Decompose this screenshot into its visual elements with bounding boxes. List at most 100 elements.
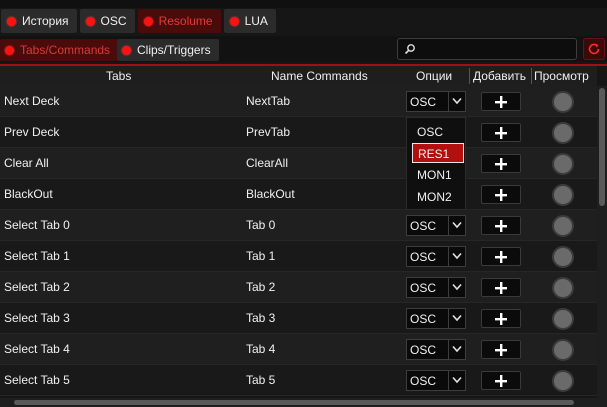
tab-osc[interactable]: OSC <box>79 9 135 33</box>
table-row[interactable]: Select Tab 0 Tab 0 OSC <box>0 210 597 241</box>
preview-circle-icon[interactable] <box>552 122 574 144</box>
preview-circle-icon[interactable] <box>552 246 574 268</box>
options-select-value: OSC <box>410 95 437 109</box>
chevron-down-icon <box>452 314 462 322</box>
horizontal-scroll-thumb[interactable] <box>14 400 574 405</box>
options-select-arrow[interactable] <box>448 309 465 328</box>
table-row[interactable]: Select Tab 3 Tab 3 OSC <box>0 303 597 334</box>
table-row[interactable]: Select Tab 2 Tab 2 OSC <box>0 272 597 303</box>
refresh-button[interactable] <box>583 38 605 60</box>
status-dot-icon <box>143 16 153 26</box>
dropdown-option-osc[interactable]: OSC <box>412 122 464 142</box>
options-select-arrow[interactable] <box>448 278 465 297</box>
dropdown-option-mon1[interactable]: MON1 <box>412 165 464 185</box>
subtab-label: Clips/Triggers <box>137 43 211 57</box>
row-tab-name: Select Tab 2 <box>4 280 70 294</box>
row-tab-name: Select Tab 3 <box>4 311 70 325</box>
header-commands: Name Commands <box>271 69 368 83</box>
options-select-arrow[interactable] <box>448 92 465 111</box>
table-row[interactable]: Select Tab 5 Tab 5 OSC <box>0 365 597 396</box>
status-dot-icon <box>5 45 14 55</box>
row-tab-name: Prev Deck <box>4 125 60 139</box>
search-input[interactable] <box>397 38 577 60</box>
status-dot-icon <box>122 45 131 55</box>
options-select-arrow[interactable] <box>448 247 465 266</box>
plus-icon <box>495 189 507 201</box>
row-tab-name: Next Deck <box>4 94 60 108</box>
title-strip <box>0 0 607 8</box>
plus-icon <box>495 375 507 387</box>
options-select[interactable]: OSC <box>406 308 466 329</box>
preview-circle-icon[interactable] <box>552 91 574 113</box>
tab-lua[interactable]: LUA <box>223 9 276 33</box>
row-tab-name: Clear All <box>4 156 49 170</box>
row-command-name: Tab 0 <box>246 218 276 232</box>
preview-circle-icon[interactable] <box>552 215 574 237</box>
horizontal-scrollbar[interactable] <box>0 398 597 407</box>
add-button[interactable] <box>481 247 521 266</box>
status-dot-icon <box>229 16 239 26</box>
table-row[interactable]: BlackOut BlackOut <box>0 179 597 210</box>
options-select[interactable]: OSC <box>406 277 466 298</box>
add-button[interactable] <box>481 278 521 297</box>
add-button[interactable] <box>481 92 521 111</box>
subtab-clips-triggers[interactable]: Clips/Triggers <box>117 39 219 61</box>
header-preview: Просмотр <box>534 69 589 83</box>
options-select[interactable]: OSC <box>406 215 466 236</box>
subtab-label: Tabs/Commands <box>20 43 111 57</box>
preview-circle-icon[interactable] <box>552 277 574 299</box>
options-select-value: OSC <box>410 250 437 264</box>
row-command-name: NextTab <box>246 94 291 108</box>
row-command-name: ClearAll <box>246 156 289 170</box>
options-select[interactable]: OSC <box>406 246 466 267</box>
table-row[interactable]: Clear All ClearAll <box>0 148 597 179</box>
preview-circle-icon[interactable] <box>552 308 574 330</box>
options-select-arrow[interactable] <box>448 216 465 235</box>
add-button[interactable] <box>481 340 521 359</box>
header-separator <box>531 68 532 84</box>
chevron-down-icon <box>452 252 462 260</box>
add-button[interactable] <box>481 309 521 328</box>
options-select[interactable]: OSC <box>406 91 466 112</box>
tab-history[interactable]: История <box>1 9 77 33</box>
header-separator <box>469 68 470 84</box>
tab-resolume[interactable]: Resolume <box>137 9 221 33</box>
plus-icon <box>495 220 507 232</box>
table-row[interactable]: Select Tab 1 Tab 1 OSC <box>0 241 597 272</box>
row-command-name: BlackOut <box>246 187 295 201</box>
row-command-name: Tab 3 <box>246 311 276 325</box>
dropdown-option-mon2[interactable]: MON2 <box>412 187 464 207</box>
tab-label: LUA <box>244 14 268 28</box>
plus-icon <box>495 96 507 108</box>
preview-circle-icon[interactable] <box>552 153 574 175</box>
row-command-name: PrevTab <box>246 125 291 139</box>
row-tab-name: BlackOut <box>4 187 53 201</box>
status-dot-icon <box>85 16 95 26</box>
plus-icon <box>495 158 507 170</box>
options-select-arrow[interactable] <box>448 371 465 390</box>
row-tab-name: Select Tab 1 <box>4 249 70 263</box>
plus-icon <box>495 251 507 263</box>
table-row[interactable]: Next Deck NextTab OSC <box>0 86 597 117</box>
preview-circle-icon[interactable] <box>552 184 574 206</box>
dropdown-option-res1[interactable]: RES1 <box>412 143 464 163</box>
options-select-arrow[interactable] <box>448 340 465 359</box>
table-row[interactable]: Prev Deck PrevTab <box>0 117 597 148</box>
row-tab-name: Select Tab 5 <box>4 373 70 387</box>
plus-icon <box>495 127 507 139</box>
table-row[interactable]: Select Tab 4 Tab 4 OSC <box>0 334 597 365</box>
status-dot-icon <box>7 16 16 26</box>
search-icon <box>404 44 415 55</box>
preview-circle-icon[interactable] <box>552 370 574 392</box>
subtab-tabs-commands[interactable]: Tabs/Commands <box>0 39 119 61</box>
add-button[interactable] <box>481 154 521 173</box>
options-select[interactable]: OSC <box>406 339 466 360</box>
vertical-scroll-thumb[interactable] <box>599 88 605 206</box>
add-button[interactable] <box>481 185 521 204</box>
preview-circle-icon[interactable] <box>552 339 574 361</box>
options-select[interactable]: OSC <box>406 370 466 391</box>
add-button[interactable] <box>481 123 521 142</box>
vertical-scrollbar[interactable] <box>597 86 607 407</box>
add-button[interactable] <box>481 371 521 390</box>
add-button[interactable] <box>481 216 521 235</box>
